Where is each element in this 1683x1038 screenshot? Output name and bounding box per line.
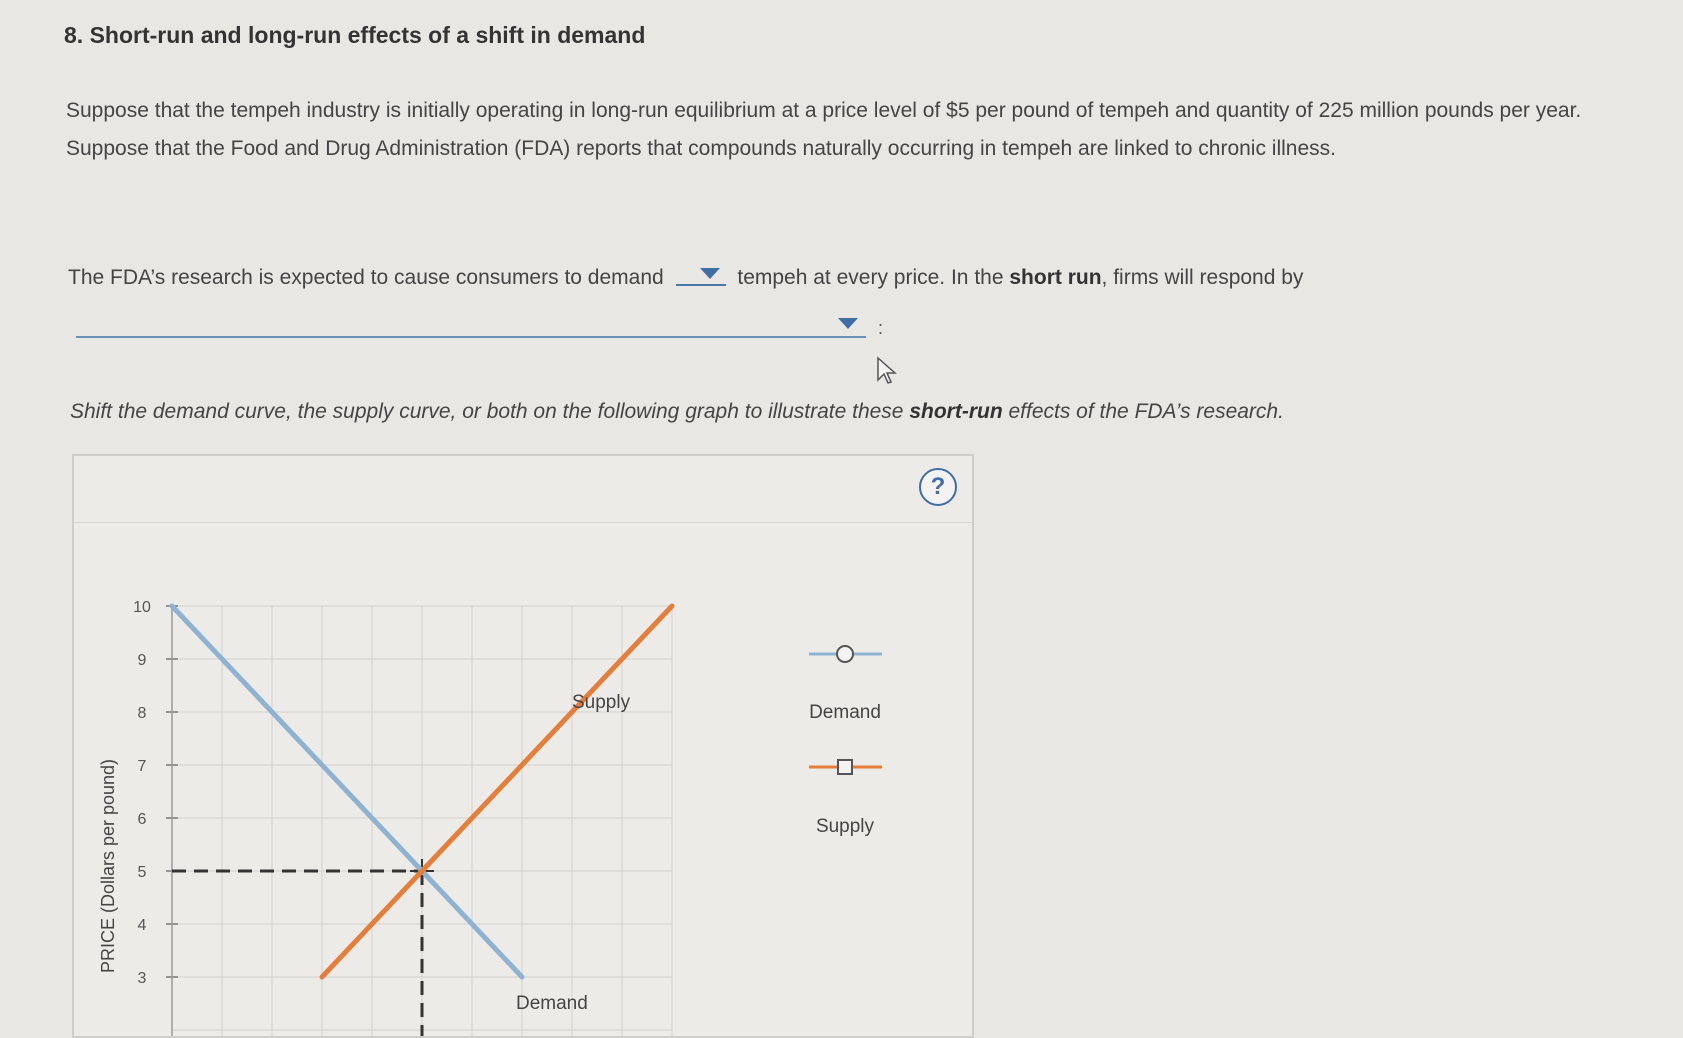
- question-title: 8. Short-run and long-run effects of a s…: [64, 22, 646, 48]
- dropdown-colon: :: [878, 318, 884, 338]
- legend-supply-marker-icon: [837, 759, 853, 775]
- y-tick-label: 4: [138, 917, 147, 934]
- dropdown-arrow-icon: [699, 268, 720, 279]
- y-tick-label: 10: [133, 599, 151, 616]
- y-tick-label: 5: [138, 864, 147, 881]
- supply-curve-label: Supply: [572, 692, 631, 713]
- y-tick-label: 3: [138, 970, 147, 987]
- firm-response-dropdown[interactable]: [76, 312, 866, 338]
- instruction-part2: effects of the FDA’s research.: [1002, 400, 1284, 423]
- legend-demand-label: Demand: [809, 702, 881, 723]
- instruction-part1: Shift the demand curve, the supply curve…: [70, 400, 910, 423]
- demand-curve-label: Demand: [516, 993, 588, 1014]
- demand-curve[interactable]: [169, 603, 525, 980]
- dropdown-arrow-icon: [838, 318, 858, 329]
- question-paragraph: Suppose that the tempeh industry is init…: [66, 99, 1582, 160]
- legend-supply-label: Supply: [816, 816, 875, 837]
- instruction-bold: short-run: [909, 400, 1003, 423]
- sentence-part2: tempeh at every price. In the: [737, 266, 1010, 289]
- y-tick-label: 9: [138, 652, 147, 669]
- demand-change-dropdown[interactable]: [675, 262, 726, 286]
- sentence-bold: short run: [1009, 266, 1102, 289]
- supply-curve[interactable]: [319, 603, 675, 980]
- question-sentence: The FDA’s research is expected to cause …: [68, 262, 1608, 290]
- equilibrium-guides: [172, 859, 434, 1036]
- legend-supply-tool[interactable]: [809, 759, 882, 775]
- y-tick-label: 7: [138, 758, 147, 775]
- cursor-arrow-icon: [877, 356, 897, 384]
- supply-demand-chart[interactable]: 3 4 5 6 7 8 9 10 PRICE (Dollars per pound) Supp…: [74, 456, 972, 1036]
- legend-demand-marker-icon: [836, 645, 854, 663]
- legend-demand-tool[interactable]: [809, 645, 882, 663]
- sentence-part3: , firms will respond by: [1101, 266, 1304, 289]
- sentence-part1: The FDA’s research is expected to cause …: [68, 266, 664, 289]
- graph-panel: ? 3 4 5 6 7 8 9 10 PRICE (Dollars per pound) Su…: [72, 454, 974, 1038]
- y-axis-label: PRICE (Dollars per pound): [98, 759, 118, 973]
- y-tick-label: 8: [138, 705, 147, 722]
- graph-instruction: Shift the demand curve, the supply curve…: [70, 400, 1590, 424]
- y-tick-label: 6: [138, 811, 147, 828]
